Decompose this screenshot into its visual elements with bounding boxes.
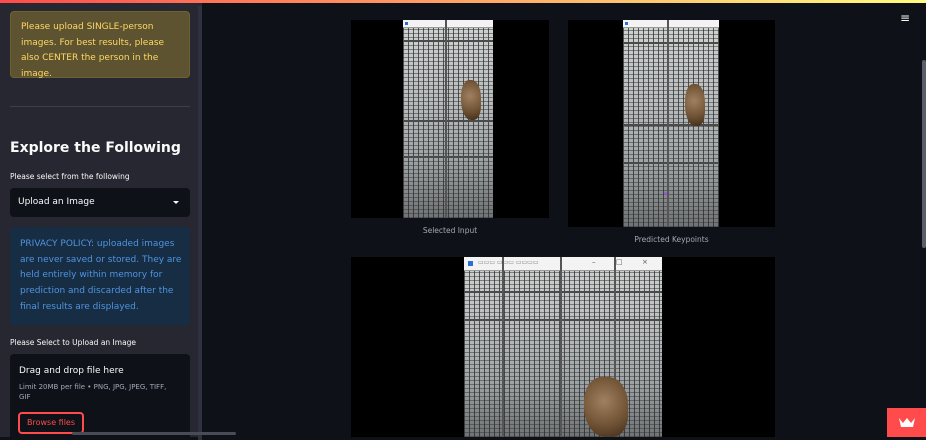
hamburger-menu-icon[interactable]: ≡ [898, 11, 912, 25]
chevron-down-icon [173, 201, 179, 204]
keypoint-marker [664, 192, 667, 195]
monkey [584, 377, 628, 437]
cage-photo [403, 20, 493, 218]
sidebar-divider [10, 106, 190, 107]
streamlit-badge[interactable] [887, 408, 926, 437]
main-vertical-scrollbar[interactable] [922, 60, 926, 248]
mode-select-value: Upload an Image [18, 197, 95, 207]
cage-photo: ▭▭▭ ▭▭▭ ▭▭▭▭ – □ × [464, 257, 662, 437]
upload-label: Please Select to Upload an Image [10, 338, 137, 347]
app-icon [625, 22, 628, 25]
horizontal-scrollbar[interactable] [72, 432, 236, 435]
cage-photo [623, 20, 719, 227]
crown-icon [899, 418, 915, 427]
browse-files-button[interactable]: Browse files [18, 412, 84, 434]
privacy-policy-text: PRIVACY POLICY: uploaded images are neve… [20, 239, 182, 312]
mode-select-label: Please select from the following [10, 172, 130, 181]
window-titlebar: ▭▭▭ ▭▭▭ ▭▭▭▭ – □ × [464, 257, 662, 271]
explore-heading: Explore the Following [10, 140, 181, 156]
file-dropzone[interactable]: Drag and drop file here Limit 20MB per f… [10, 354, 190, 440]
window-titlebar [403, 20, 493, 28]
dropzone-title: Drag and drop file here [19, 366, 124, 376]
selected-input-caption: Selected Input [422, 226, 478, 235]
upload-warning-alert: Please upload SINGLE-person images. For … [10, 11, 190, 79]
dropzone-limit-text: Limit 20MB per file • PNG, JPG, JPEG, TI… [19, 383, 167, 401]
predicted-keypoints-caption: Predicted Keypoints [634, 235, 709, 244]
selected-input-image [351, 20, 549, 218]
mode-select[interactable]: Upload an Image [10, 188, 190, 217]
output-image: ▭▭▭ ▭▭▭ ▭▭▭▭ – □ × [351, 257, 775, 437]
privacy-policy-info: PRIVACY POLICY: uploaded images are neve… [10, 227, 190, 325]
monkey [461, 80, 481, 120]
monkey [685, 84, 705, 126]
sidebar: Please upload SINGLE-person images. For … [0, 3, 202, 440]
predicted-keypoints-image [568, 20, 775, 227]
upload-warning-text: Please upload SINGLE-person images. For … [21, 22, 165, 79]
window-titlebar [623, 20, 719, 28]
app-icon [468, 261, 473, 266]
app-icon [405, 22, 408, 25]
sidebar-scrollbar[interactable] [198, 6, 202, 440]
